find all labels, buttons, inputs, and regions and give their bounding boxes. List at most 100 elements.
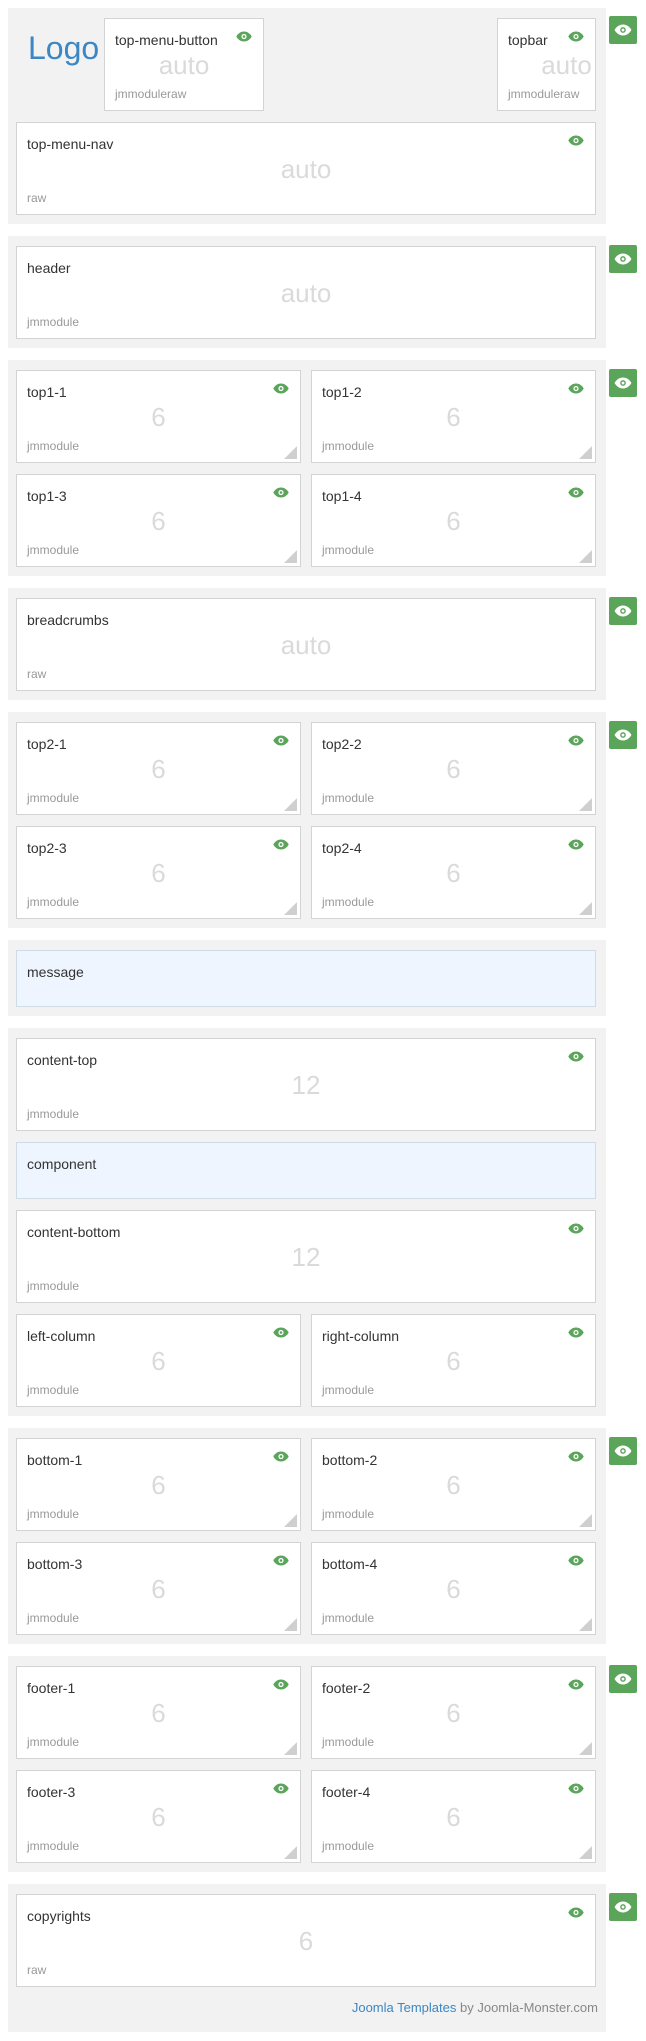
block-top2-2[interactable]: top2-2 6 jmmodule <box>311 722 596 815</box>
block-size: auto <box>541 50 592 80</box>
eye-icon <box>614 1901 632 1913</box>
block-size: 6 <box>151 1698 166 1728</box>
block-name: top1-2 <box>322 384 362 400</box>
block-top-menu-nav[interactable]: top-menu-nav auto raw <box>16 122 596 215</box>
block-top2-4[interactable]: top2-4 6 jmmodule <box>311 826 596 919</box>
resize-handle[interactable] <box>284 1742 297 1755</box>
block-right-column[interactable]: right-column 6 jmmodule <box>311 1314 596 1407</box>
block-size: 6 <box>151 858 166 888</box>
block-type: jmmodule <box>322 439 375 453</box>
block-type: jmmodule <box>27 791 80 805</box>
resize-handle[interactable] <box>579 798 592 811</box>
resize-handle[interactable] <box>284 1618 297 1631</box>
block-left-column[interactable]: left-column 6 jmmodule <box>16 1314 301 1407</box>
resize-handle[interactable] <box>579 1742 592 1755</box>
resize-handle[interactable] <box>579 446 592 459</box>
block-size: 6 <box>298 1926 314 1956</box>
eye-icon[interactable] <box>236 29 252 42</box>
eye-icon[interactable] <box>568 133 584 146</box>
block-type: jmmodule <box>322 895 375 909</box>
section-visibility-toggle[interactable] <box>609 597 637 625</box>
eye-icon[interactable] <box>273 1553 289 1566</box>
eye-icon <box>614 253 632 265</box>
block-footer-1[interactable]: footer-1 6 jmmodule <box>16 1666 301 1759</box>
eye-icon[interactable] <box>273 1325 289 1338</box>
block-content-top[interactable]: content-top 12 jmmodule <box>16 1038 596 1131</box>
block-topbar[interactable]: topbar auto jmmoduleraw <box>497 18 596 111</box>
resize-handle[interactable] <box>284 1514 297 1527</box>
block-copyrights[interactable]: copyrights 6 raw <box>16 1894 596 1987</box>
eye-icon[interactable] <box>273 485 289 498</box>
resize-handle[interactable] <box>579 1514 592 1527</box>
block-bottom-1[interactable]: bottom-1 6 jmmodule <box>16 1438 301 1531</box>
eye-icon[interactable] <box>568 1221 584 1234</box>
section-visibility-toggle[interactable] <box>609 1893 637 1921</box>
eye-icon[interactable] <box>568 1449 584 1462</box>
block-bottom-4[interactable]: bottom-4 6 jmmodule <box>311 1542 596 1635</box>
eye-icon[interactable] <box>568 381 584 394</box>
eye-icon[interactable] <box>568 733 584 746</box>
block-header[interactable]: header auto jmmodule <box>16 246 596 339</box>
block-content-bottom[interactable]: content-bottom 12 jmmodule <box>16 1210 596 1303</box>
eye-icon[interactable] <box>568 1677 584 1690</box>
block-type: jmmodule <box>27 1839 80 1853</box>
block-top-menu-button[interactable]: top-menu-button auto jmmoduleraw <box>104 18 264 111</box>
block-size: 12 <box>291 1242 321 1272</box>
eye-icon <box>614 1673 632 1685</box>
section-visibility-toggle[interactable] <box>609 1665 637 1693</box>
block-name: top2-1 <box>27 736 67 752</box>
block-message[interactable]: message <box>16 950 596 1007</box>
eye-icon[interactable] <box>568 1781 584 1794</box>
resize-handle[interactable] <box>579 902 592 915</box>
resize-handle[interactable] <box>579 1618 592 1631</box>
eye-icon[interactable] <box>568 1553 584 1566</box>
block-top1-3[interactable]: top1-3 6 jmmodule <box>16 474 301 567</box>
eye-icon[interactable] <box>273 381 289 394</box>
block-top1-1[interactable]: top1-1 6 jmmodule <box>16 370 301 463</box>
block-name: component <box>27 1156 97 1172</box>
block-top1-4[interactable]: top1-4 6 jmmodule <box>311 474 596 567</box>
block-footer-4[interactable]: footer-4 6 jmmodule <box>311 1770 596 1863</box>
block-name: bottom-4 <box>322 1556 378 1572</box>
section-visibility-toggle[interactable] <box>609 369 637 397</box>
block-name: breadcrumbs <box>27 612 109 628</box>
eye-icon[interactable] <box>568 1905 584 1918</box>
section-visibility-toggle[interactable] <box>609 721 637 749</box>
eye-icon[interactable] <box>273 733 289 746</box>
section-visibility-toggle[interactable] <box>609 16 637 44</box>
joomla-templates-link[interactable]: Joomla Templates <box>352 2000 457 2015</box>
resize-handle[interactable] <box>284 902 297 915</box>
block-size: 6 <box>446 754 461 784</box>
block-top2-1[interactable]: top2-1 6 jmmodule <box>16 722 301 815</box>
block-type: jmmodule <box>322 543 375 557</box>
eye-icon[interactable] <box>273 837 289 850</box>
block-component[interactable]: component <box>16 1142 596 1199</box>
block-footer-3[interactable]: footer-3 6 jmmodule <box>16 1770 301 1863</box>
resize-handle[interactable] <box>284 550 297 563</box>
resize-handle[interactable] <box>579 550 592 563</box>
section-visibility-toggle[interactable] <box>609 1437 637 1465</box>
eye-icon[interactable] <box>273 1781 289 1794</box>
block-name: bottom-3 <box>27 1556 83 1572</box>
resize-handle[interactable] <box>284 798 297 811</box>
block-name: message <box>27 964 84 980</box>
block-footer-2[interactable]: footer-2 6 jmmodule <box>311 1666 596 1759</box>
resize-handle[interactable] <box>284 446 297 459</box>
resize-handle[interactable] <box>284 1846 297 1859</box>
section-visibility-toggle[interactable] <box>609 245 637 273</box>
block-bottom-3[interactable]: bottom-3 6 jmmodule <box>16 1542 301 1635</box>
eye-icon[interactable] <box>568 485 584 498</box>
block-breadcrumbs[interactable]: breadcrumbs auto raw <box>16 598 596 691</box>
block-bottom-2[interactable]: bottom-2 6 jmmodule <box>311 1438 596 1531</box>
block-top2-3[interactable]: top2-3 6 jmmodule <box>16 826 301 919</box>
eye-icon[interactable] <box>568 1049 584 1062</box>
eye-icon[interactable] <box>568 1325 584 1338</box>
eye-icon[interactable] <box>568 837 584 850</box>
resize-handle[interactable] <box>579 1846 592 1859</box>
eye-icon[interactable] <box>273 1449 289 1462</box>
block-top1-2[interactable]: top1-2 6 jmmodule <box>311 370 596 463</box>
eye-icon[interactable] <box>568 29 584 42</box>
block-name: top1-3 <box>27 488 67 504</box>
eye-icon[interactable] <box>273 1677 289 1690</box>
block-name: footer-3 <box>27 1784 76 1800</box>
